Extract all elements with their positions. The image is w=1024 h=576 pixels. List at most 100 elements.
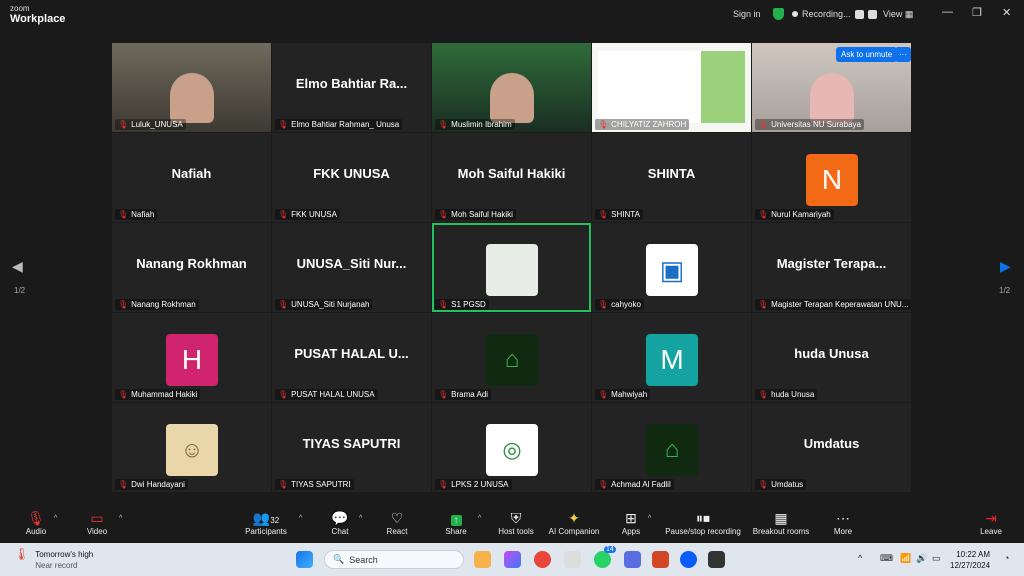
stop-recording-icon[interactable] [867,9,877,19]
share-icon: ↑ [442,509,470,527]
participant-tile[interactable]: SHINTA 🎙 SHINTA [592,133,751,222]
participant-tile[interactable]: Magister Terapa... 🎙 Magister Terapan Kepe… [752,223,912,312]
minimize-button[interactable]: — [942,6,953,18]
participant-display-name: FKK UNUSA [313,166,390,181]
react-button[interactable]: ♡ React [382,509,412,536]
prev-page-icon[interactable]: ◀ [12,258,23,275]
ask-to-unmute-button[interactable]: Ask to unmute [836,47,898,62]
host-shield-icon: ⛨ [510,510,522,526]
chat-options-icon[interactable]: ^ [359,515,362,522]
participant-display-name: Magister Terapa... [776,256,887,271]
ai-companion-button[interactable]: ✦ AI Companion [546,509,602,536]
tile-more-button[interactable]: ··· [895,47,911,62]
participant-tile[interactable]: Moh Saiful Hakiki 🎙 Moh Saiful Hakiki [432,133,591,222]
pause-recording-icon[interactable] [854,9,864,19]
participant-tile[interactable]: Nafiah 🎙 Nafiah [112,133,271,222]
next-page-icon[interactable]: ▶ [1000,258,1011,275]
participant-tile[interactable]: Nanang Rokhman 🎙 Nanang Rokhman [112,223,271,312]
participant-tile[interactable]: TIYAS SAPUTRI 🎙 TIYAS SAPUTRI [272,403,431,492]
participant-tile[interactable]: Umdatus 🎙 Umdatus [752,403,911,492]
file-explorer-icon[interactable] [474,551,491,568]
battery-icon[interactable]: ▭ [932,553,941,564]
windows-start-icon[interactable] [296,551,313,568]
pinned-app-2-icon[interactable] [708,551,725,568]
pinned-app-icon[interactable] [564,551,581,568]
participant-tile[interactable]: ⌂ 🎙 Brama Adi [432,313,591,402]
chevron-up-icon[interactable]: ^ [858,553,862,563]
participant-name: Nurul Kamariyah [771,210,831,219]
close-button[interactable]: ✕ [1002,6,1011,19]
participant-tile[interactable]: ⌂ 🎙 Achmad Al Fadlil [592,403,751,492]
participant-display-name: TIYAS SAPUTRI [302,436,401,451]
leave-button[interactable]: ⇥ Leave [978,509,1004,536]
participant-name: Nafiah [131,210,155,219]
participant-name-label: 🎙 UNUSA_Siti Nurjanah [275,299,373,310]
participant-tile[interactable]: PUSAT HALAL U... 🎙 PUSAT HALAL UNUSA [272,313,431,402]
participants-options-icon[interactable]: ^ [299,515,302,522]
participant-name-label: 🎙 Nafiah [115,209,158,220]
shared-slide [598,51,745,123]
participant-video-feed [490,73,534,123]
participant-display-name: huda Unusa [794,346,869,361]
participant-tile[interactable]: huda Unusa 🎙 huda Unusa [752,313,911,402]
muted-mic-icon: 🎙 [758,210,769,219]
restore-button[interactable]: ❐ [972,6,982,19]
muted-mic-icon: 🎙 [118,390,129,399]
breakout-rooms-button[interactable]: ▦ Breakout rooms [751,509,811,536]
copilot-icon[interactable] [504,551,521,568]
zoom-app-icon[interactable] [680,551,697,568]
video-button[interactable]: ▭ Video [82,509,112,536]
participant-tile[interactable]: ☺ 🎙 Dwi Handayani [112,403,271,492]
more-button[interactable]: ⋯ More [830,509,856,536]
view-menu[interactable]: View ▦ [883,9,913,20]
participant-name: Elmo Bahtiar Rahman_ Unusa [291,120,400,129]
participant-tile[interactable]: UNUSA_Siti Nur... 🎙 UNUSA_Siti Nurjanah [272,223,431,312]
participant-name-label: 🎙 SHINTA [595,209,643,220]
whatsapp-icon[interactable]: 14 [594,546,616,568]
audio-button[interactable]: 🎙 Audio [22,509,50,536]
share-options-icon[interactable]: ^ [478,515,481,522]
system-clock[interactable]: 10:22 AM 12/27/2024 [950,549,990,571]
chat-icon: 💬 [331,510,349,526]
notepad-icon[interactable] [624,551,641,568]
participant-tile[interactable]: ◎ 🎙 LPKS 2 UNUSA [432,403,591,492]
chat-button[interactable]: 💬 Chat [325,509,355,536]
taskbar-search[interactable]: 🔍 Search [324,550,464,569]
thermometer-icon: 🌡 [14,547,30,561]
participant-tile[interactable]: FKK UNUSA 🎙 FKK UNUSA [272,133,431,222]
participant-name: Muhammad Hakiki [131,390,198,399]
participants-button[interactable]: 👥32 Participants [240,509,292,536]
audio-options-icon[interactable]: ^ [54,515,57,522]
shield-icon[interactable] [773,8,784,20]
participant-tile[interactable]: M 🎙 Mahwiyah [592,313,751,402]
volume-icon[interactable]: 🔊 [916,553,927,564]
video-options-icon[interactable]: ^ [119,515,122,522]
wifi-icon[interactable]: 📶 [900,553,911,564]
participant-video-feed [810,73,854,123]
host-tools-button[interactable]: ⛨ Host tools [496,509,536,536]
muted-mic-icon: 🎙 [118,210,129,219]
powerpoint-icon[interactable] [652,551,669,568]
pause-stop-recording-button[interactable]: ⏸⏹ Pause/stop recording [662,509,744,536]
muted-mic-icon: 🎙 [758,120,769,129]
participant-name-label: 🎙 LPKS 2 UNUSA [435,479,512,490]
share-button[interactable]: ↑ Share [442,509,470,536]
participant-tile[interactable]: Elmo Bahtiar Ra... 🎙 Elmo Bahtiar Rahman_ … [272,43,431,132]
participant-tile[interactable]: ▣ 🎙 cahyoko [592,223,751,312]
chrome-icon[interactable] [534,551,551,568]
apps-button[interactable]: ⊞ Apps [620,509,642,536]
notifications-icon[interactable]: ◔ [1004,553,1009,563]
participant-tile[interactable]: 🎙 Muslimin Ibrahim [432,43,591,132]
weather-widget[interactable]: 🌡 Tomorrow's high Near record [14,547,93,571]
language-icon[interactable]: ⌨ [880,553,893,564]
participant-tile[interactable]: 🎙 Luluk_UNUSA [112,43,271,132]
pause-stop-icon: ⏸⏹ [696,510,710,526]
participant-tile[interactable]: 🎙 CHILYATIZ ZAHROH [592,43,751,132]
sign-in-link[interactable]: Sign in [733,9,761,19]
more-icon: ⋯ [836,510,850,526]
participant-tile[interactable]: N 🎙 Nurul Kamariyah [752,133,911,222]
participant-tile[interactable]: H 🎙 Muhammad Hakiki [112,313,271,402]
participant-tile[interactable]: 🎙 S1 PGSD [432,223,591,312]
mic-muted-icon: 🎙 [27,510,45,526]
apps-options-icon[interactable]: ^ [648,515,651,522]
